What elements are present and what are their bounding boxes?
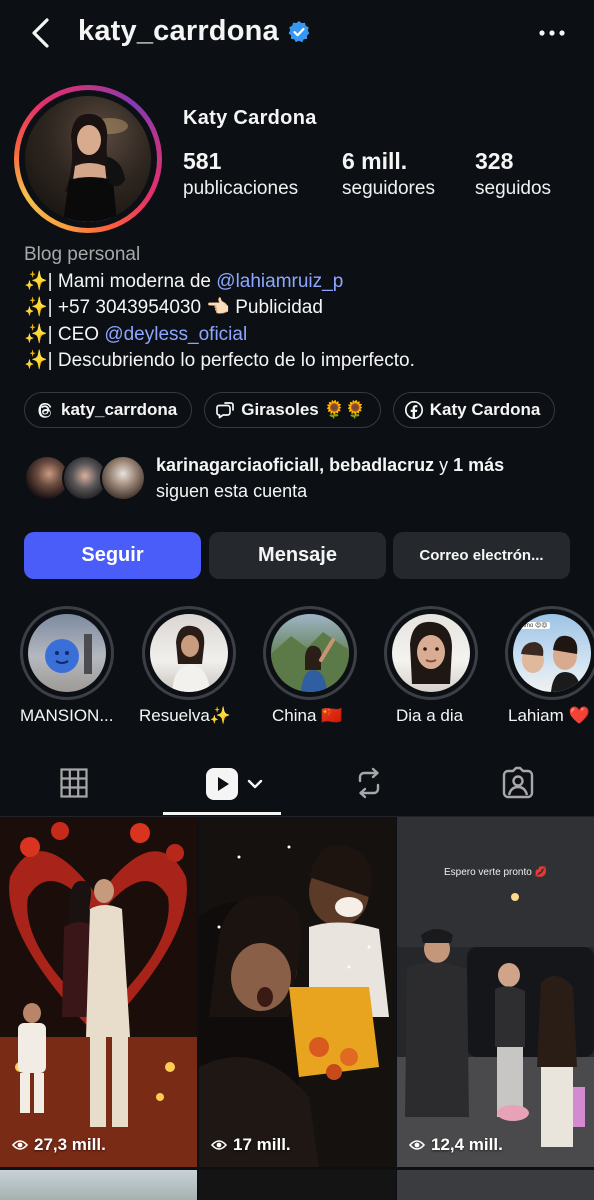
verified-badge-icon	[288, 20, 310, 42]
tagged-icon[interactable]	[501, 766, 535, 800]
username-title: katy_carrdona	[78, 15, 311, 48]
tab-reels[interactable]	[205, 766, 267, 802]
stat-followers-value: 6 mill.	[342, 148, 408, 174]
highlight-resuelva[interactable]	[142, 606, 238, 700]
reels-icon	[206, 768, 238, 800]
avatar-photo	[25, 96, 151, 222]
highlight-china-cover	[271, 614, 349, 692]
followed-by-names: karinagarciaoficiall, bebadlacruz	[156, 455, 435, 475]
highlight-dia-a-dia[interactable]	[384, 606, 480, 700]
reposts-icon[interactable]	[354, 766, 384, 800]
followed-by-more: 1 más	[453, 455, 505, 475]
reel-item-4[interactable]	[0, 1170, 197, 1200]
channel-link-label: Girasoles 🌻🌻	[241, 400, 366, 419]
channel-icon	[216, 402, 235, 419]
bio-line-3-text: ✨| CEO	[24, 323, 105, 345]
follow-button[interactable]: Seguir	[24, 532, 201, 579]
reel-item-6[interactable]	[397, 1170, 594, 1200]
message-button[interactable]: Mensaje	[209, 532, 386, 579]
bio-line-1: ✨| Mami moderna de @lahiamruiz_p	[24, 269, 415, 296]
stat-following-value: 328	[475, 148, 514, 174]
reel-item-3-views: 12,4 mill.	[409, 1135, 503, 1155]
followed-by[interactable]: karinagarciaoficiall, bebadlacruz y 1 má…	[24, 452, 504, 504]
bio-line-3: ✨| CEO @deyless_oficial	[24, 322, 415, 349]
follower-avatars	[24, 453, 148, 503]
stat-followers-label: seguidores	[342, 178, 435, 199]
profile-bio: Blog personal ✨| Mami moderna de @lahiam…	[24, 242, 415, 375]
bio-line-1-text: ✨| Mami moderna de	[24, 270, 217, 292]
reel-item-2-views-count: 17 mill.	[233, 1135, 291, 1154]
highlight-mansion-illustration	[45, 634, 92, 674]
reel-item-2[interactable]: 17 mill.	[199, 817, 396, 1167]
facebook-icon	[404, 400, 423, 420]
highlight-china-label: China 🇨🇳	[272, 706, 343, 725]
reels-grid: 27,3 mill. 17 mill. Espero verte pronto …	[0, 817, 594, 1200]
reel-item-2-views: 17 mill.	[211, 1135, 291, 1155]
highlight-china[interactable]	[263, 606, 359, 700]
active-tab-indicator	[163, 812, 281, 815]
channel-link-chip[interactable]: Girasoles 🌻🌻	[204, 392, 381, 428]
highlight-mansion-cover	[28, 614, 106, 692]
reel-item-3-views-count: 12,4 mill.	[431, 1135, 503, 1154]
stat-followers[interactable]: 6 mill. seguidores	[342, 148, 435, 200]
threads-icon	[38, 403, 52, 418]
bio-line-4: ✨| Descubriendo lo perfecto de lo imperf…	[24, 350, 415, 371]
reel-item-5[interactable]	[199, 1170, 396, 1200]
eye-icon	[211, 1140, 227, 1150]
email-button[interactable]: Correo electrón...	[393, 532, 570, 579]
highlight-lahiam-overlay-text: Amo 😍😍	[519, 622, 550, 629]
highlight-resuelva-cover	[150, 614, 228, 692]
bio-mention-lahiamruiz[interactable]: @lahiamruiz_p	[216, 271, 343, 292]
followed-by-suffix: siguen esta cuenta	[156, 481, 308, 501]
highlight-resuelva-illustration	[172, 625, 210, 692]
followed-by-connector: y	[434, 455, 454, 475]
highlight-china-illustration	[271, 632, 349, 692]
story-highlights: MANSION... Resuelva✨ China 🇨🇳 Dia a dia …	[0, 606, 594, 731]
profile-header: katy_carrdona	[0, 0, 594, 68]
stat-posts-label: publicaciones	[183, 178, 299, 199]
profile-links: katy_carrdona Girasoles 🌻🌻 Katy Cardona	[24, 392, 556, 428]
highlight-dia-a-dia-cover	[392, 614, 470, 692]
avatar-illustration	[63, 113, 128, 222]
bio-line-2: ✨| +57 3043954030 👈🏻 Publicidad	[24, 297, 323, 318]
highlight-dia-a-dia-illustration	[410, 621, 452, 684]
highlight-lahiam-cover: Amo 😍😍	[513, 614, 591, 692]
reel-item-1-views: 27,3 mill.	[12, 1135, 106, 1155]
highlight-mansion-label: MANSION...	[20, 706, 114, 725]
reel-item-1-views-count: 27,3 mill.	[34, 1135, 106, 1154]
stat-posts-value: 581	[183, 148, 222, 174]
stat-following[interactable]: 328 seguidos	[475, 148, 551, 200]
bio-mention-deyless[interactable]: @deyless_oficial	[104, 324, 247, 345]
reel-item-3-caption: Espero verte pronto 💋	[443, 867, 548, 878]
profile-avatar[interactable]	[14, 85, 162, 233]
grid-icon[interactable]	[60, 768, 88, 798]
content-tabs	[0, 752, 594, 817]
eye-icon	[409, 1140, 425, 1150]
reel-item-3[interactable]: Espero verte pronto 💋 12,4 mill.	[397, 817, 594, 1167]
username-text: katy_carrdona	[78, 15, 279, 47]
reel-item-1-thumbnail	[0, 817, 197, 1167]
reel-item-1[interactable]: 27,3 mill.	[0, 817, 197, 1167]
facebook-link-label: Katy Cardona	[429, 400, 541, 419]
highlight-lahiam[interactable]: Amo 😍😍	[505, 606, 594, 700]
follower-avatar-3	[100, 455, 146, 501]
highlight-dia-a-dia-label: Dia a dia	[396, 706, 464, 725]
back-arrow-icon[interactable]	[28, 16, 54, 50]
threads-link-label: katy_carrdona	[61, 400, 178, 419]
reel-item-2-thumbnail	[199, 817, 396, 1167]
facebook-link-chip[interactable]: Katy Cardona	[392, 392, 556, 428]
stat-posts[interactable]: 581 publicaciones	[183, 148, 298, 200]
highlight-resuelva-label: Resuelva✨	[139, 706, 232, 725]
stat-following-label: seguidos	[475, 178, 552, 199]
highlight-mansion[interactable]	[20, 606, 116, 700]
profile-name: Katy Cardona	[183, 107, 317, 129]
highlight-lahiam-label: Lahiam ❤️	[508, 706, 590, 725]
threads-link-chip[interactable]: katy_carrdona	[24, 392, 193, 428]
chevron-down-icon	[247, 779, 263, 789]
bio-category: Blog personal	[24, 244, 141, 265]
followed-by-text: karinagarciaoficiall, bebadlacruz y 1 má…	[156, 452, 504, 504]
eye-icon	[12, 1140, 28, 1150]
more-options-icon[interactable]	[538, 24, 566, 42]
